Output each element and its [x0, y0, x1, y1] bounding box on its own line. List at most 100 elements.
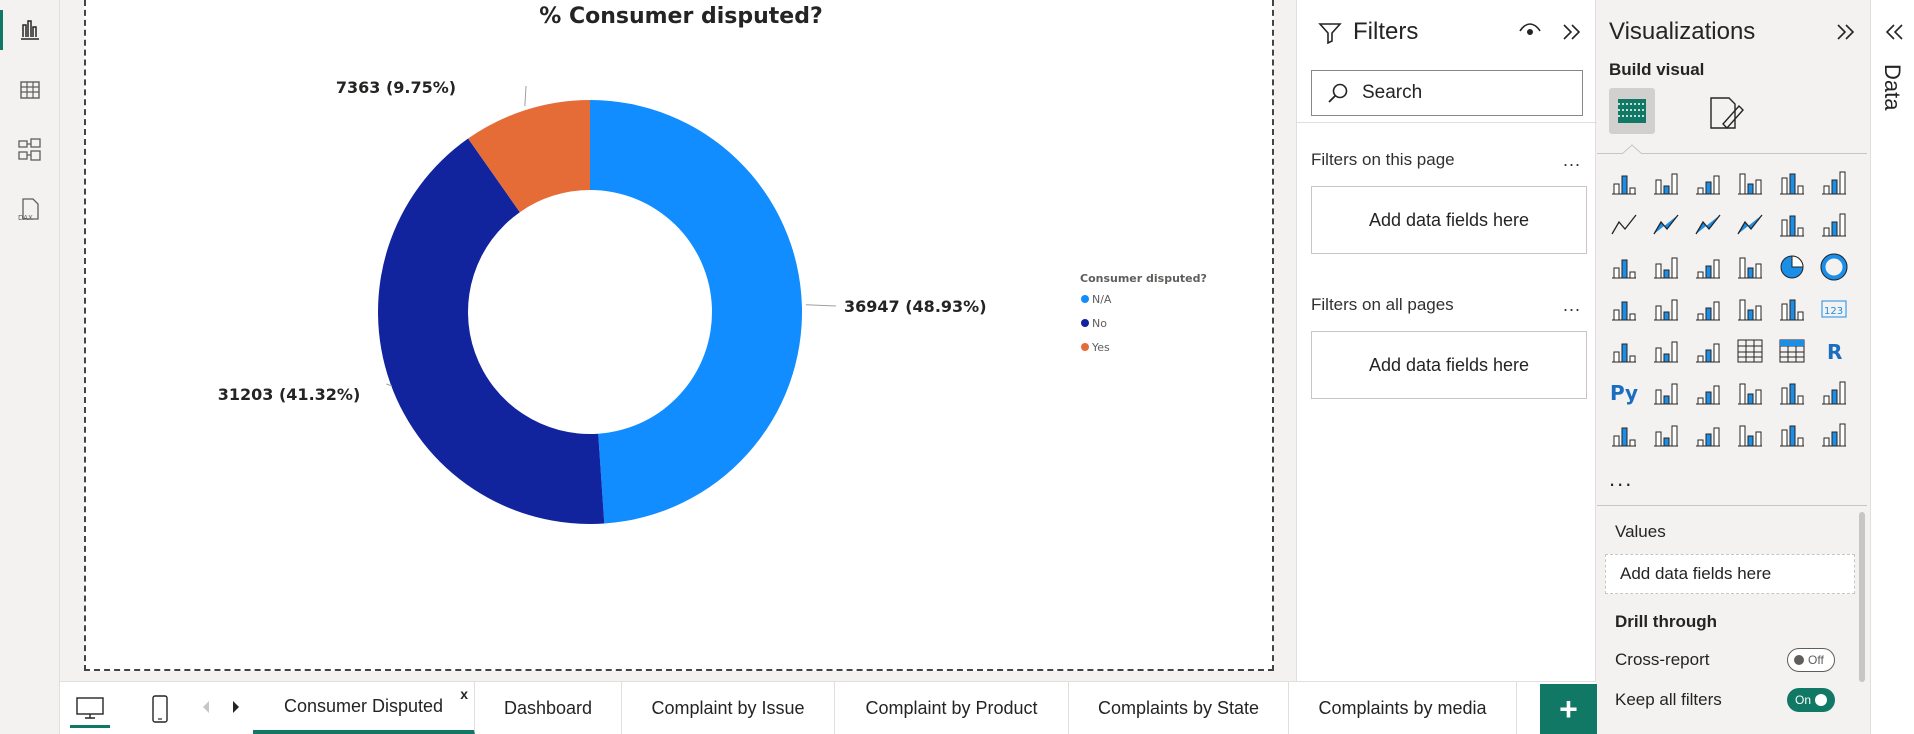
legend-item-label[interactable]: N/A	[1092, 293, 1112, 306]
toggle-state: Off	[1808, 653, 1824, 667]
tab-label: Complaint by Issue	[651, 698, 805, 718]
values-well[interactable]: Add data fields here	[1605, 554, 1855, 594]
map-icon[interactable]	[1651, 294, 1683, 326]
tab-complaints-by-media[interactable]: Complaints by media	[1289, 682, 1517, 734]
data-label-no: 31203 (41.32%)	[218, 385, 361, 404]
slicer-icon[interactable]	[1693, 336, 1725, 368]
pie-chart-icon[interactable]	[1777, 252, 1809, 284]
tab-dashboard[interactable]: Dashboard	[475, 682, 622, 734]
model-view-icon[interactable]	[10, 130, 50, 170]
donut-chart[interactable]: 7363 (9.75%) 36947 (48.93%) 31203 (41.32…	[86, 0, 1276, 671]
next-page-icon[interactable]	[230, 698, 242, 721]
toggle-state: On	[1795, 693, 1812, 707]
report-view-icon[interactable]	[10, 10, 50, 50]
more-visuals-icon[interactable]: ...	[1609, 466, 1633, 492]
more-options-icon[interactable]: ...	[1563, 295, 1581, 316]
keep-all-filters-toggle[interactable]: On	[1787, 688, 1835, 712]
toggle-knob	[1815, 694, 1828, 706]
100-stacked-column-icon[interactable]	[1819, 168, 1851, 200]
table-icon[interactable]	[1735, 336, 1767, 368]
slice-na[interactable]	[590, 100, 803, 524]
line-chart-icon[interactable]	[1609, 210, 1641, 242]
100-stacked-area-icon[interactable]	[1735, 210, 1767, 242]
more-visual-icon[interactable]	[1819, 420, 1851, 452]
ai-visual-icon[interactable]	[1777, 420, 1809, 452]
kpi-icon[interactable]	[1651, 336, 1683, 368]
tab-label: Complaint by Product	[865, 698, 1038, 718]
legend-item-label[interactable]: No	[1092, 317, 1107, 330]
view-rail: DAX	[0, 0, 60, 734]
legend: N/A No Yes	[1081, 293, 1112, 354]
decomposition-tree-icon[interactable]	[1693, 378, 1725, 410]
tab-consumer-disputed[interactable]: Consumer Disputed x	[253, 682, 475, 734]
scatter-chart-icon[interactable]	[1735, 252, 1767, 284]
build-visual-tab[interactable]	[1609, 88, 1655, 134]
leader-line	[805, 304, 837, 307]
r-visual-icon[interactable]: R	[1819, 336, 1851, 368]
line-stacked-column-icon[interactable]	[1819, 210, 1851, 242]
tab-complaint-by-product[interactable]: Complaint by Product	[835, 682, 1069, 734]
visualizations-title: Visualizations	[1609, 18, 1756, 45]
donut-chart-icon[interactable]	[1819, 252, 1851, 284]
legend-marker	[1081, 319, 1089, 327]
mobile-layout-icon[interactable]	[140, 690, 180, 728]
area-chart-icon[interactable]	[1651, 210, 1683, 242]
filters-page-well[interactable]: Add data fields here	[1311, 186, 1587, 254]
multi-row-card-icon[interactable]	[1609, 336, 1641, 368]
key-influencers-icon[interactable]	[1651, 378, 1683, 410]
add-page-button[interactable]: +	[1540, 684, 1597, 734]
paginated-report-icon[interactable]	[1609, 420, 1641, 452]
tab-complaints-by-state[interactable]: Complaints by State	[1069, 682, 1289, 734]
clustered-bar-chart-icon[interactable]	[1693, 168, 1725, 200]
desktop-layout-icon[interactable]	[70, 690, 110, 728]
azure-map-icon[interactable]	[1735, 294, 1767, 326]
smart-narrative-icon[interactable]	[1693, 420, 1725, 452]
qa-icon[interactable]	[1735, 378, 1767, 410]
dax-query-view-icon[interactable]: DAX	[10, 190, 50, 230]
power-automate-icon[interactable]	[1735, 420, 1767, 452]
metrics-icon[interactable]	[1819, 378, 1851, 410]
ribbon-chart-icon[interactable]	[1609, 252, 1641, 284]
line-column-icon[interactable]	[1777, 210, 1809, 242]
data-pane-label[interactable]: Data	[1879, 64, 1905, 110]
svg-text:R: R	[1827, 340, 1842, 364]
power-apps-icon[interactable]	[1651, 420, 1683, 452]
waterfall-chart-icon[interactable]	[1651, 252, 1683, 284]
matrix-icon[interactable]	[1777, 336, 1809, 368]
narrative-icon[interactable]	[1777, 378, 1809, 410]
tab-label: Complaints by media	[1318, 698, 1487, 718]
stacked-column-chart-icon[interactable]	[1651, 168, 1683, 200]
legend-item-label[interactable]: Yes	[1091, 341, 1110, 354]
stacked-area-icon[interactable]	[1693, 210, 1725, 242]
active-view-indicator	[0, 10, 3, 50]
table-view-icon[interactable]	[10, 70, 50, 110]
caret-icon	[1622, 144, 1642, 154]
python-visual-icon[interactable]: Py	[1609, 378, 1641, 410]
build-visual-label: Build visual	[1609, 60, 1705, 79]
collapse-visualizations-icon[interactable]	[1835, 22, 1857, 42]
filled-map-icon[interactable]	[1693, 294, 1725, 326]
filter-icon	[1318, 23, 1342, 45]
pane-scrollbar[interactable]	[1859, 512, 1865, 682]
collapse-filters-icon[interactable]	[1561, 22, 1583, 42]
legend-title: Consumer disputed?	[1080, 272, 1207, 285]
funnel-icon[interactable]	[1693, 252, 1725, 284]
slice-no[interactable]	[377, 138, 605, 524]
eye-icon[interactable]	[1519, 22, 1541, 40]
treemap-icon[interactable]	[1609, 294, 1641, 326]
close-tab-icon[interactable]: x	[460, 686, 468, 702]
clustered-column-chart-icon[interactable]	[1735, 168, 1767, 200]
filters-all-pages-well[interactable]: Add data fields here	[1311, 331, 1587, 399]
expand-data-icon[interactable]	[1883, 22, 1905, 42]
tab-complaint-by-issue[interactable]: Complaint by Issue	[622, 682, 835, 734]
data-pane-collapsed: Data	[1870, 0, 1914, 734]
gauge-icon[interactable]	[1777, 294, 1809, 326]
filters-search-input[interactable]: Search	[1311, 70, 1583, 116]
100-stacked-bar-icon[interactable]	[1777, 168, 1809, 200]
more-options-icon[interactable]: ...	[1563, 150, 1581, 171]
format-visual-icon[interactable]	[1707, 92, 1747, 132]
cross-report-toggle[interactable]: Off	[1787, 648, 1835, 672]
stacked-bar-chart-icon[interactable]	[1609, 168, 1641, 200]
previous-page-icon[interactable]	[200, 698, 212, 721]
card-icon[interactable]: 123	[1819, 294, 1851, 326]
